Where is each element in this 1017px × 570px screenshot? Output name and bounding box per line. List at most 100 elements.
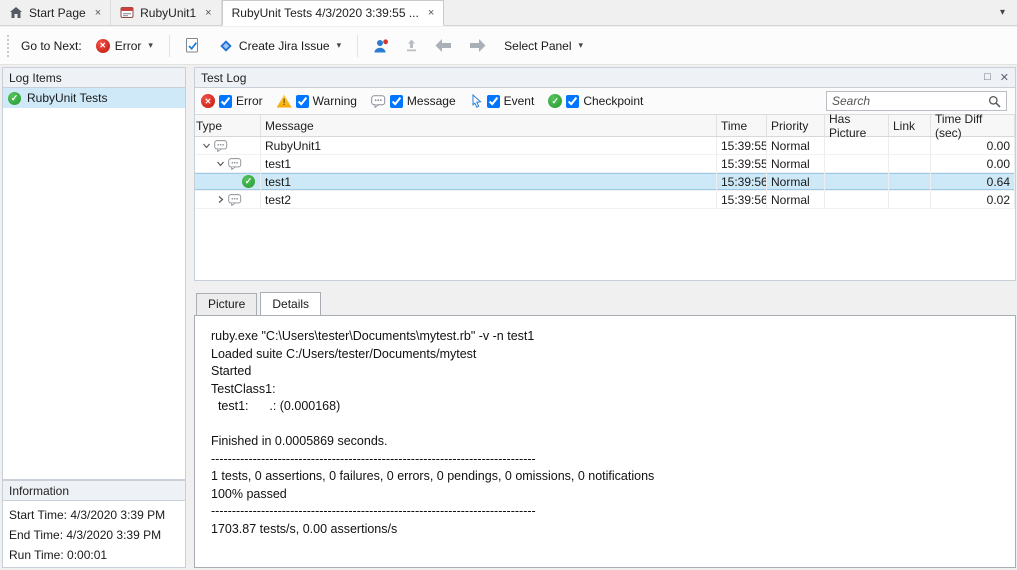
details-log-text: ruby.exe "C:\Users\tester\Documents\myte… (194, 315, 1016, 568)
tab-label: Start Page (29, 6, 86, 20)
tab-rubyunit-tests-log[interactable]: RubyUnit Tests 4/3/2020 3:39:55 ... × (222, 0, 445, 26)
column-header-time[interactable]: Time (717, 115, 767, 136)
warning-filter-checkbox[interactable] (296, 95, 309, 108)
chevron-right-icon[interactable] (214, 195, 227, 204)
cell-message: test1 (261, 155, 717, 172)
search-input[interactable] (832, 94, 988, 108)
toolbar-separator (169, 35, 170, 57)
error-filter-checkbox[interactable] (219, 95, 232, 108)
close-panel-icon[interactable]: ✕ (1000, 71, 1009, 84)
person-icon-button[interactable] (367, 34, 394, 58)
close-tab-icon[interactable]: × (205, 7, 211, 19)
message-icon (228, 194, 242, 206)
event-cursor-icon (470, 94, 483, 108)
document-tabstrip: Start Page × RubyUnit1 × RubyUnit Tests … (0, 0, 1017, 26)
chevron-down-icon[interactable] (214, 159, 227, 168)
close-tab-icon[interactable]: × (95, 7, 101, 19)
details-line: test1: .: (0.000168) (211, 398, 999, 416)
report-check-icon-button[interactable] (179, 33, 206, 58)
tab-rubyunit1[interactable]: RubyUnit1 × (111, 0, 221, 25)
column-header-has-picture[interactable]: Has Picture (825, 115, 889, 136)
tree-item-rubyunit-tests[interactable]: RubyUnit Tests (3, 88, 185, 108)
message-icon (214, 140, 228, 152)
message-filter-checkbox[interactable] (390, 95, 403, 108)
column-header-link[interactable]: Link (889, 115, 931, 136)
cell-link (889, 191, 931, 208)
details-line: Loaded suite C:/Users/tester/Documents/m… (211, 346, 999, 364)
tab-details[interactable]: Details (260, 292, 321, 315)
cell-time-diff: 0.00 (931, 137, 1015, 154)
checkpoint-filter-checkbox[interactable] (566, 95, 579, 108)
test-log-title: Test Log (201, 71, 246, 85)
float-panel-icon[interactable]: □ (984, 71, 991, 84)
chevron-down-icon[interactable] (200, 141, 213, 150)
message-filter-label: Message (407, 94, 456, 108)
cell-time: 15:39:55 (717, 137, 767, 154)
log-items-title: Log Items (9, 71, 62, 85)
chevron-down-icon: ▾ (337, 40, 342, 51)
cell-time: 15:39:56 (717, 191, 767, 208)
select-panel-dropdown[interactable]: Select Panel ▾ (497, 34, 590, 58)
error-icon (96, 39, 110, 53)
event-filter-label: Event (504, 94, 535, 108)
tab-start-page[interactable]: Start Page × (0, 0, 111, 25)
select-panel-label: Select Panel (504, 39, 571, 53)
detail-tabs: Picture Details (196, 293, 324, 315)
log-row[interactable]: test1 15:39:55 Normal 0.00 (195, 155, 1015, 173)
go-to-next-error-dropdown[interactable]: Error ▾ (89, 34, 160, 58)
tab-list-dropdown-icon[interactable]: ▾ (988, 7, 1017, 18)
log-row-selected[interactable]: test1 15:39:56 Normal 0.64 (195, 173, 1015, 191)
test-log-panel-header: Test Log □ ✕ (194, 67, 1016, 88)
log-items-panel: Log Items RubyUnit Tests Information Sta… (2, 67, 186, 568)
cell-priority: Normal (767, 191, 825, 208)
close-tab-icon[interactable]: × (428, 7, 434, 19)
tab-label: RubyUnit1 (140, 6, 196, 20)
export-log-icon-button[interactable] (399, 34, 424, 57)
log-row[interactable]: RubyUnit1 15:39:55 Normal 0.00 (195, 137, 1015, 155)
checkpoint-icon (8, 92, 21, 105)
go-to-next-label: Go to Next: (19, 39, 84, 53)
test-log-body: Error Warning Message Event (194, 88, 1016, 281)
back-arrow-icon-button[interactable] (429, 34, 458, 57)
error-icon (201, 94, 215, 108)
start-time-text: Start Time: 4/3/2020 3:39 PM (9, 505, 179, 525)
log-items-tree: RubyUnit Tests (2, 88, 186, 480)
toolbar-grip-handle[interactable] (7, 35, 11, 57)
tab-label: RubyUnit Tests 4/3/2020 3:39:55 ... (232, 6, 419, 20)
information-panel-header: Information (2, 480, 186, 501)
filter-event: Event (470, 94, 535, 108)
script-icon (120, 6, 134, 19)
information-title: Information (9, 484, 69, 498)
column-header-priority[interactable]: Priority (767, 115, 825, 136)
log-grid-header: Type Message Time Priority Has Picture L… (195, 115, 1015, 137)
forward-arrow-icon-button[interactable] (463, 34, 492, 57)
create-jira-issue-label: Create Jira Issue (239, 39, 330, 53)
cell-has-picture (825, 137, 889, 154)
cell-link (889, 137, 931, 154)
column-header-type[interactable]: Type (195, 115, 261, 136)
tab-picture[interactable]: Picture (196, 293, 257, 315)
cell-time: 15:39:56 (717, 173, 767, 190)
column-header-message[interactable]: Message (261, 115, 717, 136)
cell-has-picture (825, 173, 889, 190)
checkpoint-icon (242, 175, 255, 188)
filter-message: Message (371, 94, 456, 108)
warning-filter-label: Warning (313, 94, 357, 108)
filter-checkpoint: Checkpoint (548, 94, 643, 108)
search-icon[interactable] (988, 95, 1001, 108)
chevron-down-icon: ▾ (148, 40, 153, 51)
chevron-down-icon: ▾ (579, 40, 584, 51)
log-row[interactable]: test2 15:39:56 Normal 0.02 (195, 191, 1015, 209)
create-jira-issue-dropdown[interactable]: Create Jira Issue ▾ (211, 33, 348, 59)
details-line: 1703.87 tests/s, 0.00 assertions/s (211, 521, 999, 539)
event-filter-checkbox[interactable] (487, 95, 500, 108)
end-time-text: End Time: 4/3/2020 3:39 PM (9, 525, 179, 545)
cell-link (889, 155, 931, 172)
cell-time-diff: 0.00 (931, 155, 1015, 172)
details-line: Finished in 0.0005869 seconds. (211, 433, 999, 451)
cell-time-diff: 0.02 (931, 191, 1015, 208)
run-time-text: Run Time: 0:00:01 (9, 545, 179, 565)
log-filter-bar: Error Warning Message Event (195, 88, 1015, 115)
column-header-time-diff[interactable]: Time Diff (sec) (931, 115, 1015, 136)
tree-item-label: RubyUnit Tests (27, 91, 107, 105)
